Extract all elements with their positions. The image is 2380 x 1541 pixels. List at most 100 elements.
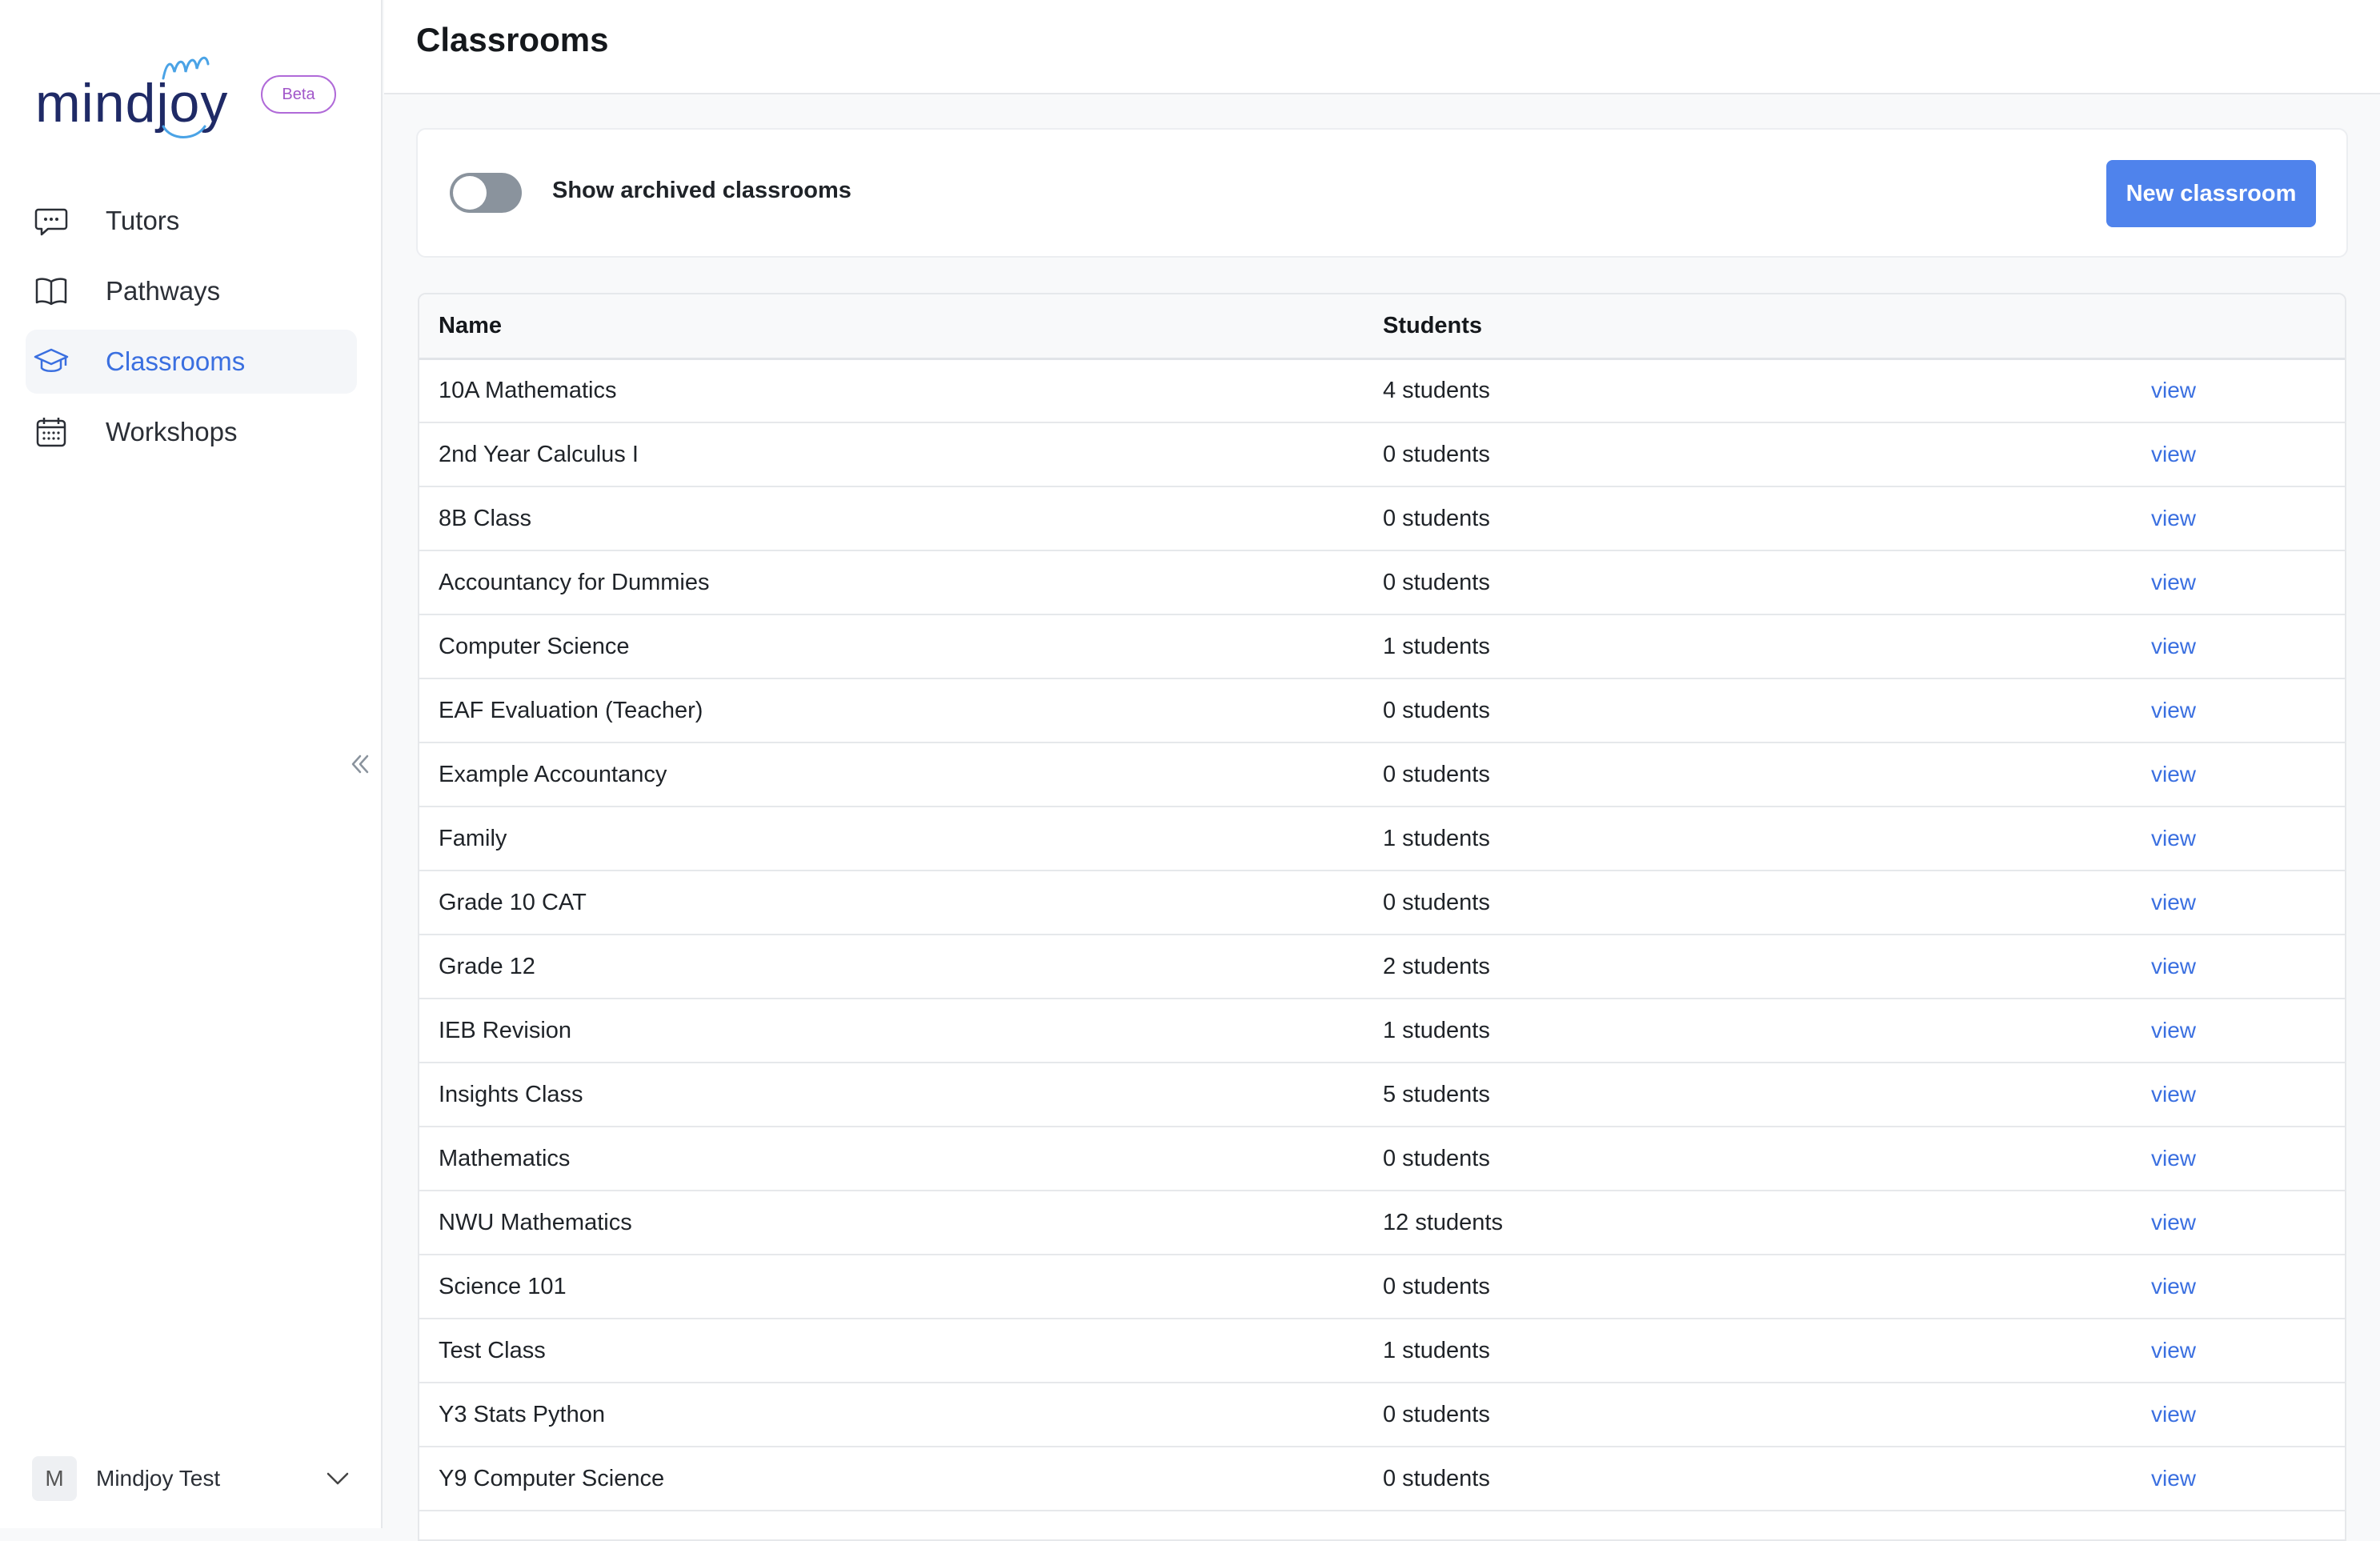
view-cell: view: [2151, 935, 2345, 999]
sidebar-item-workshops[interactable]: Workshops: [26, 400, 357, 464]
table-body: 10A Mathematics 4 students view 2nd Year Ca…: [419, 358, 2345, 1511]
sidebar-item-label: Workshops: [106, 417, 238, 446]
view-link[interactable]: view: [2151, 1466, 2196, 1491]
table-row: Family 1 students view: [419, 807, 2345, 871]
view-cell: view: [2151, 807, 2345, 871]
classroom-name: Y9 Computer Science: [419, 1447, 1383, 1511]
classroom-name: Computer Science: [419, 614, 1383, 679]
page-header: Classrooms: [384, 0, 2380, 94]
student-count: 0 students: [1383, 550, 2151, 615]
view-link[interactable]: view: [2151, 1082, 2196, 1107]
view-link[interactable]: view: [2151, 954, 2196, 979]
view-cell: view: [2151, 871, 2345, 935]
table-row: Insights Class 5 students view: [419, 1063, 2345, 1127]
classroom-name: Insights Class: [419, 1063, 1383, 1127]
view-link[interactable]: view: [2151, 1146, 2196, 1171]
view-link[interactable]: view: [2151, 570, 2196, 594]
student-count: 1 students: [1383, 1319, 2151, 1383]
classroom-name: 10A Mathematics: [419, 358, 1383, 423]
view-link[interactable]: view: [2151, 634, 2196, 658]
view-link[interactable]: view: [2151, 826, 2196, 851]
view-link[interactable]: view: [2151, 1018, 2196, 1043]
student-count: 2 students: [1383, 935, 2151, 999]
chat-icon: [32, 202, 70, 240]
classroom-toolbar: Show archived classrooms New classroom: [416, 128, 2348, 258]
student-count: 1 students: [1383, 614, 2151, 679]
table-row: EAF Evaluation (Teacher) 0 students view: [419, 678, 2345, 743]
view-cell: view: [2151, 1447, 2345, 1511]
view-cell: view: [2151, 614, 2345, 679]
student-count: 0 students: [1383, 871, 2151, 935]
student-count: 0 students: [1383, 1127, 2151, 1191]
classroom-name: Grade 10 CAT: [419, 871, 1383, 935]
sidebar-item-tutors[interactable]: Tutors: [26, 189, 357, 253]
toggle-knob: [453, 176, 487, 210]
table-row: Science 101 0 students view: [419, 1255, 2345, 1319]
book-icon: [32, 272, 70, 310]
view-link[interactable]: view: [2151, 890, 2196, 915]
view-cell: view: [2151, 550, 2345, 615]
graduation-cap-icon: [32, 342, 70, 381]
page-title: Classrooms: [416, 21, 609, 58]
show-archived-toggle[interactable]: [450, 173, 522, 213]
student-count: 0 students: [1383, 678, 2151, 743]
student-count: 4 students: [1383, 358, 2151, 423]
view-cell: view: [2151, 678, 2345, 743]
classroom-name: Test Class: [419, 1319, 1383, 1383]
table-row: Accountancy for Dummies 0 students view: [419, 550, 2345, 615]
view-link[interactable]: view: [2151, 506, 2196, 530]
view-cell: view: [2151, 422, 2345, 487]
view-cell: view: [2151, 1255, 2345, 1319]
classroom-name: IEB Revision: [419, 999, 1383, 1063]
student-count: 12 students: [1383, 1191, 2151, 1255]
view-link[interactable]: view: [2151, 1338, 2196, 1363]
view-cell: view: [2151, 1319, 2345, 1383]
view-cell: view: [2151, 486, 2345, 551]
table-row: IEB Revision 1 students view: [419, 999, 2345, 1063]
classroom-name: Accountancy for Dummies: [419, 550, 1383, 615]
table-row: Test Class 1 students view: [419, 1319, 2345, 1383]
student-count: 0 students: [1383, 486, 2151, 551]
sidebar-item-label: Pathways: [106, 276, 221, 306]
view-link[interactable]: view: [2151, 1274, 2196, 1299]
logo-smile-icon: [162, 125, 206, 138]
table-row: Grade 10 CAT 0 students view: [419, 871, 2345, 935]
view-link[interactable]: view: [2151, 762, 2196, 787]
table-row: NWU Mathematics 12 students view: [419, 1191, 2345, 1255]
view-cell: view: [2151, 999, 2345, 1063]
sidebar-item-classrooms[interactable]: Classrooms: [26, 330, 357, 394]
table-row: Mathematics 0 students view: [419, 1127, 2345, 1191]
student-count: 0 students: [1383, 742, 2151, 807]
column-header-name: Name: [419, 294, 1383, 360]
classroom-name: 2nd Year Calculus I: [419, 422, 1383, 487]
view-link[interactable]: view: [2151, 1210, 2196, 1235]
table-row: Computer Science 1 students view: [419, 614, 2345, 679]
mindjoy-logo[interactable]: mindjoy: [35, 48, 235, 144]
view-cell: view: [2151, 1127, 2345, 1191]
view-link[interactable]: view: [2151, 698, 2196, 722]
table-row: Grade 12 2 students view: [419, 935, 2345, 999]
view-cell: view: [2151, 358, 2345, 423]
chevron-down-icon: [327, 1472, 349, 1485]
classroom-name: EAF Evaluation (Teacher): [419, 678, 1383, 743]
sidebar-item-pathways[interactable]: Pathways: [26, 259, 357, 323]
avatar: M: [32, 1456, 77, 1501]
student-count: 0 students: [1383, 1447, 2151, 1511]
view-cell: view: [2151, 1063, 2345, 1127]
classroom-name: Science 101: [419, 1255, 1383, 1319]
sidebar-item-label: Tutors: [106, 206, 180, 235]
new-classroom-button[interactable]: New classroom: [2106, 160, 2316, 227]
view-cell: view: [2151, 1383, 2345, 1447]
sidebar: mindjoy Beta Tutors Pathways Classrooms: [0, 0, 383, 1528]
view-cell: view: [2151, 742, 2345, 807]
view-link[interactable]: view: [2151, 442, 2196, 466]
sidebar-nav: Tutors Pathways Classrooms Workshops: [26, 189, 357, 470]
user-menu[interactable]: M Mindjoy Test: [32, 1455, 352, 1503]
table-row: Y3 Stats Python 0 students view: [419, 1383, 2345, 1447]
classroom-name: Y3 Stats Python: [419, 1383, 1383, 1447]
collapse-sidebar-icon[interactable]: [344, 748, 376, 780]
view-link[interactable]: view: [2151, 1402, 2196, 1427]
table-row: 8B Class 0 students view: [419, 486, 2345, 551]
view-link[interactable]: view: [2151, 378, 2196, 402]
classroom-name: Example Accountancy: [419, 742, 1383, 807]
